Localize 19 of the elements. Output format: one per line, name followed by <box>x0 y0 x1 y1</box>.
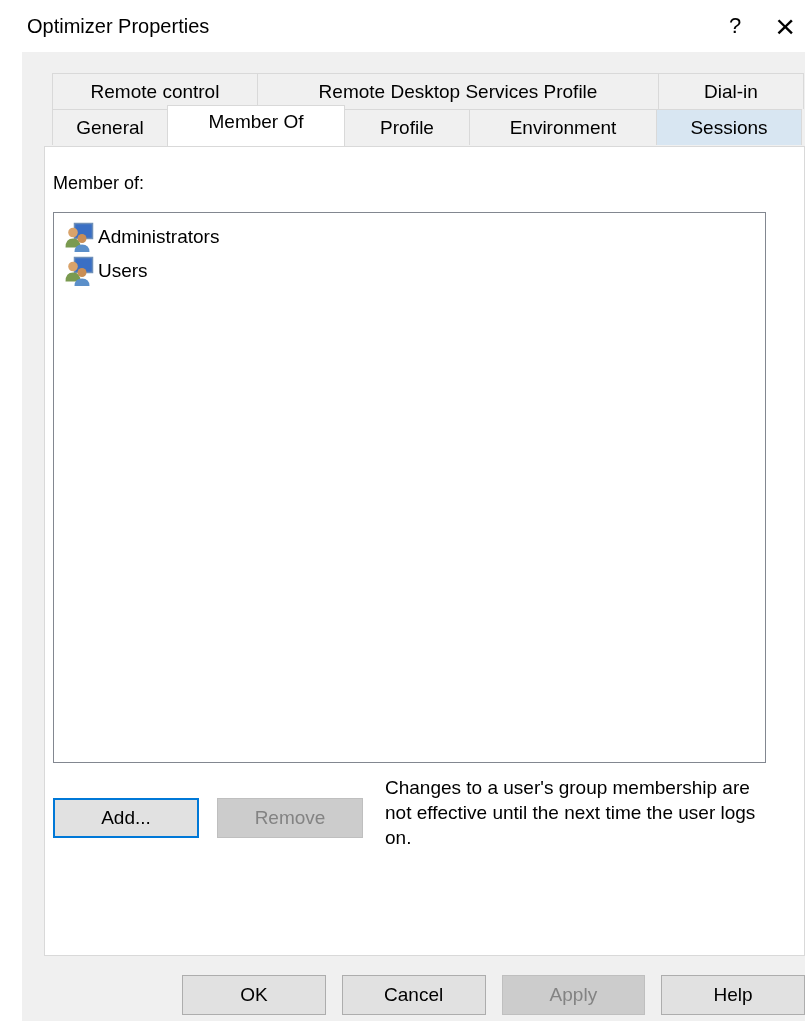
group-list-item[interactable]: Administrators <box>64 220 755 254</box>
close-button[interactable]: × <box>769 6 801 46</box>
group-list-item[interactable]: Users <box>64 254 755 288</box>
group-icon <box>64 222 94 252</box>
dialog-button[interactable]: OK <box>182 975 326 1015</box>
membership-note: Changes to a user's group membership are not effective until the next time the user logs on. <box>385 776 757 850</box>
tab[interactable]: Sessions <box>656 109 802 145</box>
dialog-button[interactable]: Help <box>661 975 805 1015</box>
group-icon <box>64 256 94 286</box>
tab[interactable]: Dial-in <box>658 73 804 109</box>
help-button[interactable]: ? <box>722 6 748 46</box>
tab[interactable]: General <box>52 109 168 145</box>
group-list[interactable]: Administrators Users <box>53 212 766 763</box>
member-of-label: Member of: <box>53 173 146 194</box>
window-title: Optimizer Properties <box>27 14 210 38</box>
tab[interactable]: Member Of <box>167 105 345 146</box>
list-button[interactable]: Add... <box>53 798 199 838</box>
dialog-button[interactable]: Cancel <box>341 975 486 1015</box>
tab[interactable]: Remote control <box>52 73 258 109</box>
